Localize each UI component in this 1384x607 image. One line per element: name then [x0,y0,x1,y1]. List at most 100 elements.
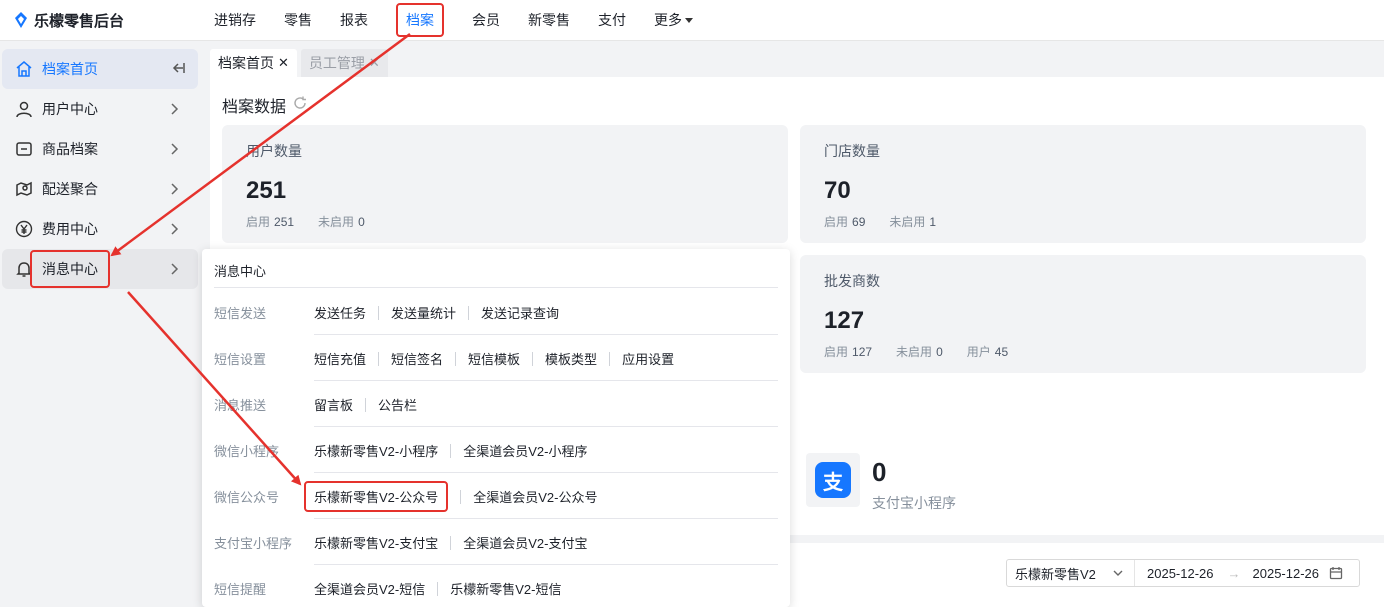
link-divider [365,397,367,412]
date-end[interactable]: 2025-12-26 [1253,566,1320,581]
menu-link[interactable]: 发送记录查询 [481,303,559,322]
top-bar: 乐檬零售后台 进销存 零售 报表 档案 会员 新零售 支付 更多 [0,0,1384,41]
nav-item-reports[interactable]: 报表 [340,0,368,41]
row-links: 乐檬新零售V2-支付宝 全渠道会员V2-支付宝 [314,533,587,552]
nav-item-archive[interactable]: 档案 [396,0,444,41]
close-icon[interactable]: ✕ [278,55,289,71]
sidebar-item-label: 消息中心 [30,250,110,288]
card-sub-item: 启用 69 [824,213,865,230]
sidebar-item-label: 档案首页 [42,61,98,77]
menu-link[interactable]: 短信模板 [468,349,520,368]
card-label: 门店数量 [824,143,880,159]
nav-label: 档案 [396,3,444,37]
link-divider [378,351,380,366]
menu-link[interactable]: 短信签名 [391,349,443,368]
sidebar-item-archive-home[interactable]: 档案首页 [2,49,198,89]
card-label: 批发商数 [824,273,880,289]
menu-link[interactable]: 乐檬新零售V2-小程序 [314,441,438,460]
chevron-right-icon [166,141,182,157]
nav-label: 会员 [472,12,500,28]
menu-row-alipay-miniapp: 支付宝小程序 乐檬新零售V2-支付宝 全渠道会员V2-支付宝 [214,519,778,565]
map-pin-icon [14,179,34,199]
sidebar-item-delivery[interactable]: 配送聚合 [2,169,198,209]
menu-link[interactable]: 乐檬新零售V2-短信 [450,579,561,598]
nav-item-inventory[interactable]: 进销存 [214,0,256,41]
link-divider [378,305,380,320]
sub-value: 45 [994,345,1009,359]
menu-link[interactable]: 全渠道会员V2-公众号 [473,487,597,506]
card-sub: 启用 127 未启用 0 用户 45 [824,343,1032,360]
caret-down-icon [685,17,693,23]
menu-link[interactable]: 发送任务 [314,303,366,322]
nav-item-more[interactable]: 更多 [654,0,693,41]
home-icon [14,59,34,79]
nav-item-payment[interactable]: 支付 [598,0,626,41]
link-divider [455,351,457,366]
sub-value: 0 [358,215,365,229]
menu-link[interactable]: 全渠道会员V2-小程序 [463,441,587,460]
alipay-icon-glyph: 支 [823,471,843,494]
product-box-icon [14,139,34,159]
link-divider [468,305,470,320]
sidebar-item-label: 商品档案 [42,141,98,157]
link-divider [609,351,611,366]
collapse-sidebar-icon[interactable] [170,60,186,79]
menu-link[interactable]: 留言板 [314,395,353,414]
menu-link[interactable]: 全渠道会员V2-短信 [314,579,425,598]
menu-row-sms-send: 短信发送 发送任务 发送量统计 发送记录查询 [214,289,778,335]
date-filter: 乐檬新零售V2 2025-12-26 → 2025-12-26 [1006,559,1360,587]
nav-item-new-retail[interactable]: 新零售 [528,0,570,41]
menu-divider [214,287,778,288]
brand[interactable]: 乐檬零售后台 [0,10,200,31]
alipay-count: 0 [872,457,887,487]
refresh-icon[interactable] [292,95,308,116]
chevron-right-icon [166,261,182,277]
sub-key: 未启用 [896,345,933,359]
tab-staff-management[interactable]: 员工管理 ✕ [300,49,388,77]
close-icon[interactable]: ✕ [369,55,380,71]
sub-key: 启用 [824,345,849,359]
calendar-icon[interactable] [1329,566,1343,580]
sidebar-item-fee-center[interactable]: 费用中心 [2,209,198,249]
card-sub: 启用 251 未启用 0 [246,213,389,230]
sub-key: 启用 [824,215,849,229]
menu-link-highlighted[interactable]: 乐檬新零售V2-公众号 [304,481,449,512]
sidebar-item-label: 配送聚合 [42,181,98,197]
menu-link[interactable]: 全渠道会员V2-支付宝 [463,533,587,552]
sidebar-item-product-archive[interactable]: 商品档案 [2,129,198,169]
row-label: 短信提醒 [214,582,267,597]
row-links: 乐檬新零售V2-公众号 全渠道会员V2-公众号 [304,481,597,512]
sub-value: 251 [274,215,295,229]
sub-key: 未启用 [889,215,926,229]
main-nav: 进销存 零售 报表 档案 会员 新零售 支付 更多 [200,0,707,41]
row-links: 留言板 公告栏 [314,395,417,414]
tab-label: 档案首页 [218,55,274,71]
menu-row-wechat-official: 微信公众号 乐檬新零售V2-公众号 全渠道会员V2-公众号 [214,473,778,519]
nav-item-member[interactable]: 会员 [472,0,500,41]
user-icon [14,99,34,119]
card-sub-item: 未启用 0 [896,343,943,360]
date-start[interactable]: 2025-12-26 [1147,566,1214,581]
row-label: 短信发送 [214,306,267,321]
card-sub-item: 未启用 0 [318,213,365,230]
menu-row-sms-reminder: 短信提醒 全渠道会员V2-短信 乐檬新零售V2-短信 [214,565,778,607]
tab-archive-home[interactable]: 档案首页 ✕ [210,49,297,77]
sidebar-item-message-center[interactable]: 消息中心 [2,249,198,289]
nav-item-retail[interactable]: 零售 [284,0,312,41]
row-label: 微信小程序 [214,444,280,459]
menu-link[interactable]: 发送量统计 [391,303,456,322]
card-value: 251 [246,177,287,204]
menu-link[interactable]: 乐檬新零售V2-支付宝 [314,533,438,552]
row-label: 短信设置 [214,352,267,367]
section-title-text: 档案数据 [222,99,287,116]
app-select[interactable]: 乐檬新零售V2 [1007,560,1135,586]
menu-link[interactable]: 应用设置 [622,349,674,368]
row-links: 短信充值 短信签名 短信模板 模板类型 应用设置 [314,349,674,368]
alipay-icon: 支 [806,453,860,507]
menu-link[interactable]: 短信充值 [314,349,366,368]
sidebar-item-user-center[interactable]: 用户中心 [2,89,198,129]
sub-value: 0 [936,345,943,359]
menu-link[interactable]: 公告栏 [378,395,417,414]
wholesaler-count-card: 批发商数 127 启用 127 未启用 0 用户 45 [800,255,1366,373]
menu-link[interactable]: 模板类型 [545,349,597,368]
